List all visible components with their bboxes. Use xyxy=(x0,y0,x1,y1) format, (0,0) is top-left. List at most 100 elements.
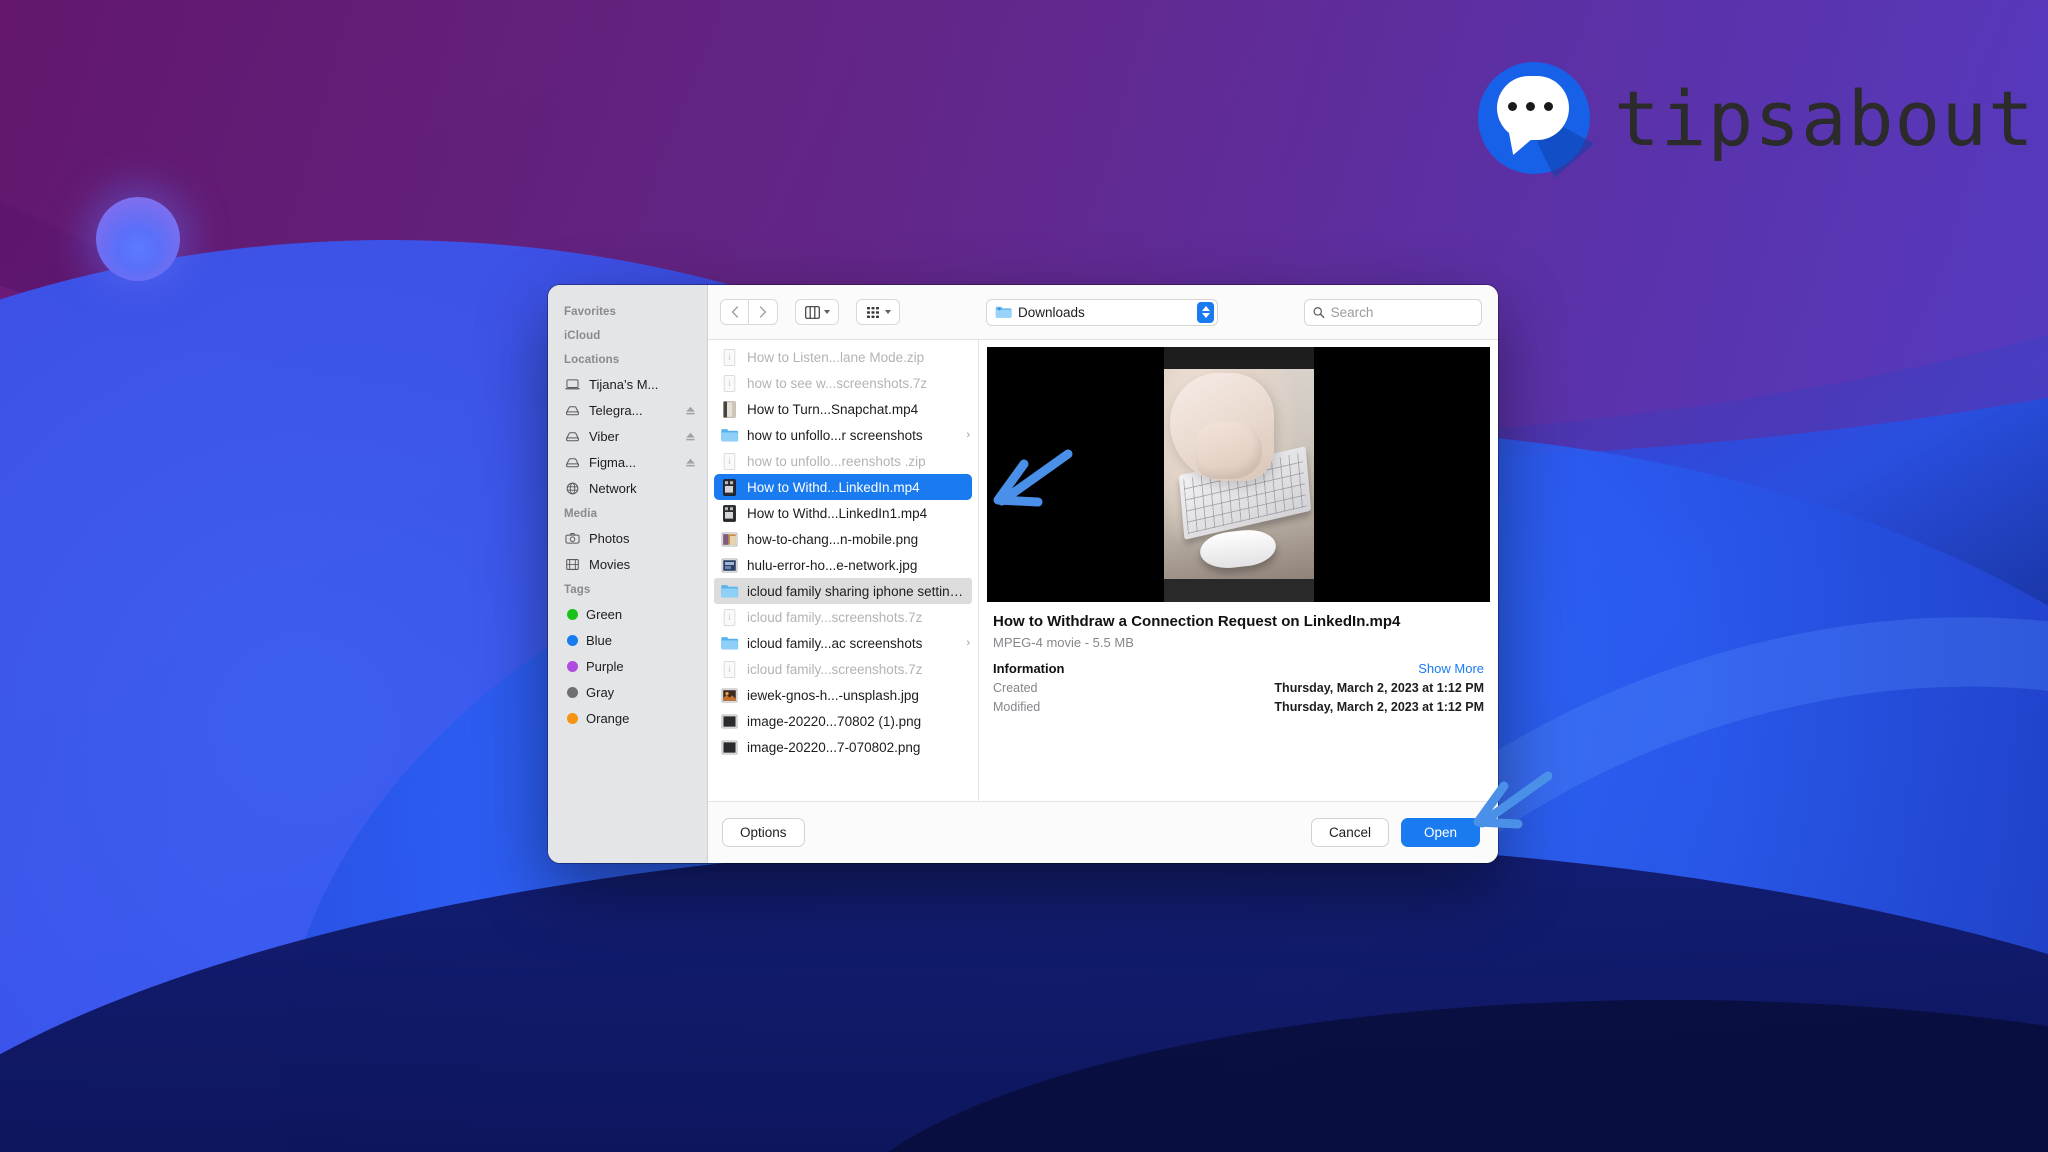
sidebar-item-label: Network xyxy=(589,480,637,496)
sidebar-item-tijanas-mac[interactable]: Tijana’s M... xyxy=(548,371,707,397)
folder-icon xyxy=(721,636,739,649)
file-row-context[interactable]: icloud family sharing iphone settings sc… xyxy=(714,578,972,604)
sidebar-item-tag-gray[interactable]: Gray xyxy=(548,679,707,705)
image-file-icon xyxy=(721,558,738,572)
eject-icon[interactable] xyxy=(684,430,697,443)
search-icon xyxy=(1313,306,1325,318)
file-row[interactable]: hulu-error-ho...e-network.jpg xyxy=(708,552,978,578)
file-row[interactable]: iewek-gnos-h...-unsplash.jpg xyxy=(708,682,978,708)
options-button[interactable]: Options xyxy=(722,818,805,847)
sidebar-item-figma[interactable]: Figma... xyxy=(548,449,707,475)
chevron-left-icon xyxy=(731,306,738,318)
movie-file-icon xyxy=(723,400,736,418)
file-row[interactable]: i How to Listen...lane Mode.zip xyxy=(708,344,978,370)
file-name: image-20220...70802 (1).png xyxy=(747,713,922,729)
preview-thumbnail xyxy=(987,347,1490,602)
file-row[interactable]: image-20220...70802 (1).png xyxy=(708,708,978,734)
file-row[interactable]: how to unfollo...r screenshots › xyxy=(708,422,978,448)
chevron-right-icon xyxy=(759,306,767,318)
sidebar-section-favorites: Favorites xyxy=(564,306,617,318)
dialog-body: i How to Listen...lane Mode.zip i how to… xyxy=(708,340,1498,801)
eject-icon[interactable] xyxy=(684,404,697,417)
sidebar-item-label: Gray xyxy=(586,684,615,700)
sidebar-section-icloud: iCloud xyxy=(564,330,601,342)
file-name: how to unfollo...reenshots .zip xyxy=(747,453,926,469)
sidebar-item-tag-blue[interactable]: Blue xyxy=(548,627,707,653)
file-row[interactable]: how-to-chang...n-mobile.png xyxy=(708,526,978,552)
sidebar-item-movies[interactable]: Movies xyxy=(548,551,707,577)
image-file-icon xyxy=(721,714,738,728)
sidebar-item-tag-orange[interactable]: Orange xyxy=(548,705,707,731)
group-options-button[interactable] xyxy=(856,299,900,325)
open-button[interactable]: Open xyxy=(1400,818,1480,847)
sidebar-item-label: Figma... xyxy=(589,454,636,470)
nav-buttons xyxy=(720,299,778,325)
file-row[interactable]: i icloud family...screenshots.7z xyxy=(708,604,978,630)
sidebar-section-media: Media xyxy=(564,508,598,520)
file-name: icloud family...ac screenshots xyxy=(747,635,923,651)
info-row-modified: Modified Thursday, March 2, 2023 at 1:12… xyxy=(979,695,1498,714)
sidebar-section-locations: Locations xyxy=(564,354,620,366)
file-row[interactable]: icloud family...ac screenshots › xyxy=(708,630,978,656)
sidebar-item-network[interactable]: Network xyxy=(548,475,707,501)
sidebar-item-telegram[interactable]: Telegra... xyxy=(548,397,707,423)
sidebar-item-label: Telegra... xyxy=(589,402,643,418)
path-popup-button[interactable]: Downloads xyxy=(986,298,1218,326)
file-name: iewek-gnos-h...-unsplash.jpg xyxy=(747,687,919,703)
generic-doc-icon: i xyxy=(723,374,736,392)
sidebar-item-tag-green[interactable]: Green xyxy=(548,601,707,627)
brand-name: tipsabout xyxy=(1614,73,2035,163)
file-name: icloud family...screenshots.7z xyxy=(747,661,923,677)
file-name: hulu-error-ho...e-network.jpg xyxy=(747,557,918,573)
sidebar-section-tags: Tags xyxy=(564,584,591,596)
cancel-button[interactable]: Cancel xyxy=(1310,818,1389,847)
sidebar[interactable]: Favorites iCloud Locations Tijana’s M...… xyxy=(548,285,708,863)
preview-title: How to Withdraw a Connection Request on … xyxy=(993,613,1401,630)
file-row[interactable]: image-20220...7-070802.png xyxy=(708,734,978,760)
brand-logo: tipsabout xyxy=(1478,62,2035,178)
file-row[interactable]: i how to unfollo...reenshots .zip xyxy=(708,448,978,474)
sidebar-item-label: Green xyxy=(586,606,623,622)
movie-file-icon xyxy=(723,478,736,496)
file-name: how to see w...screenshots.7z xyxy=(747,375,928,391)
disk-icon xyxy=(566,431,579,441)
search-box[interactable] xyxy=(1304,298,1482,326)
file-row[interactable]: How to Withd...LinkedIn1.mp4 xyxy=(708,500,978,526)
file-row[interactable]: How to Turn...Snapchat.mp4 xyxy=(708,396,978,422)
file-row[interactable]: i icloud family...screenshots.7z xyxy=(708,656,978,682)
sidebar-item-photos[interactable]: Photos xyxy=(548,525,707,551)
file-name: How to Withd...LinkedIn1.mp4 xyxy=(747,505,928,521)
path-label: Downloads xyxy=(1018,304,1085,320)
sidebar-item-label: Orange xyxy=(586,710,630,726)
generic-doc-icon: i xyxy=(723,348,736,366)
file-name: icloud family sharing iphone settings sc… xyxy=(747,583,964,599)
file-row[interactable]: i how to see w...screenshots.7z xyxy=(708,370,978,396)
file-row-selected[interactable]: How to Withd...LinkedIn.mp4 xyxy=(714,474,972,500)
folder-icon xyxy=(995,306,1012,318)
forward-button[interactable] xyxy=(749,299,778,325)
file-list[interactable]: i How to Listen...lane Mode.zip i how to… xyxy=(708,340,979,801)
search-input[interactable] xyxy=(1330,304,1473,320)
view-mode-button[interactable] xyxy=(795,299,839,325)
file-name: image-20220...7-070802.png xyxy=(747,739,921,755)
sidebar-item-label: Tijana’s M... xyxy=(589,376,659,392)
preview-subtitle: MPEG-4 movie - 5.5 MB xyxy=(993,634,1134,650)
disclosure-chevron-icon[interactable]: › xyxy=(966,429,970,441)
eject-icon[interactable] xyxy=(684,456,697,469)
tag-dot-icon xyxy=(567,686,578,698)
up-down-stepper-icon[interactable] xyxy=(1197,301,1214,323)
back-button[interactable] xyxy=(720,299,749,325)
sidebar-item-tag-purple[interactable]: Purple xyxy=(548,653,707,679)
column-view-icon xyxy=(804,305,820,319)
info-row-created: Created Thursday, March 2, 2023 at 1:12 … xyxy=(979,676,1498,695)
sidebar-item-label: Purple xyxy=(586,658,624,674)
show-more-link[interactable]: Show More xyxy=(1418,661,1484,676)
disclosure-chevron-icon[interactable]: › xyxy=(966,637,970,649)
generic-doc-icon: i xyxy=(723,608,736,626)
desktop-background: tipsabout Favorites iCloud Locations Tij… xyxy=(0,0,2048,1152)
disk-icon xyxy=(566,405,579,415)
globe-icon xyxy=(566,482,579,494)
sidebar-item-viber[interactable]: Viber xyxy=(548,423,707,449)
info-value: Thursday, March 2, 2023 at 1:12 PM xyxy=(1274,680,1484,695)
file-name: how-to-chang...n-mobile.png xyxy=(747,531,919,547)
